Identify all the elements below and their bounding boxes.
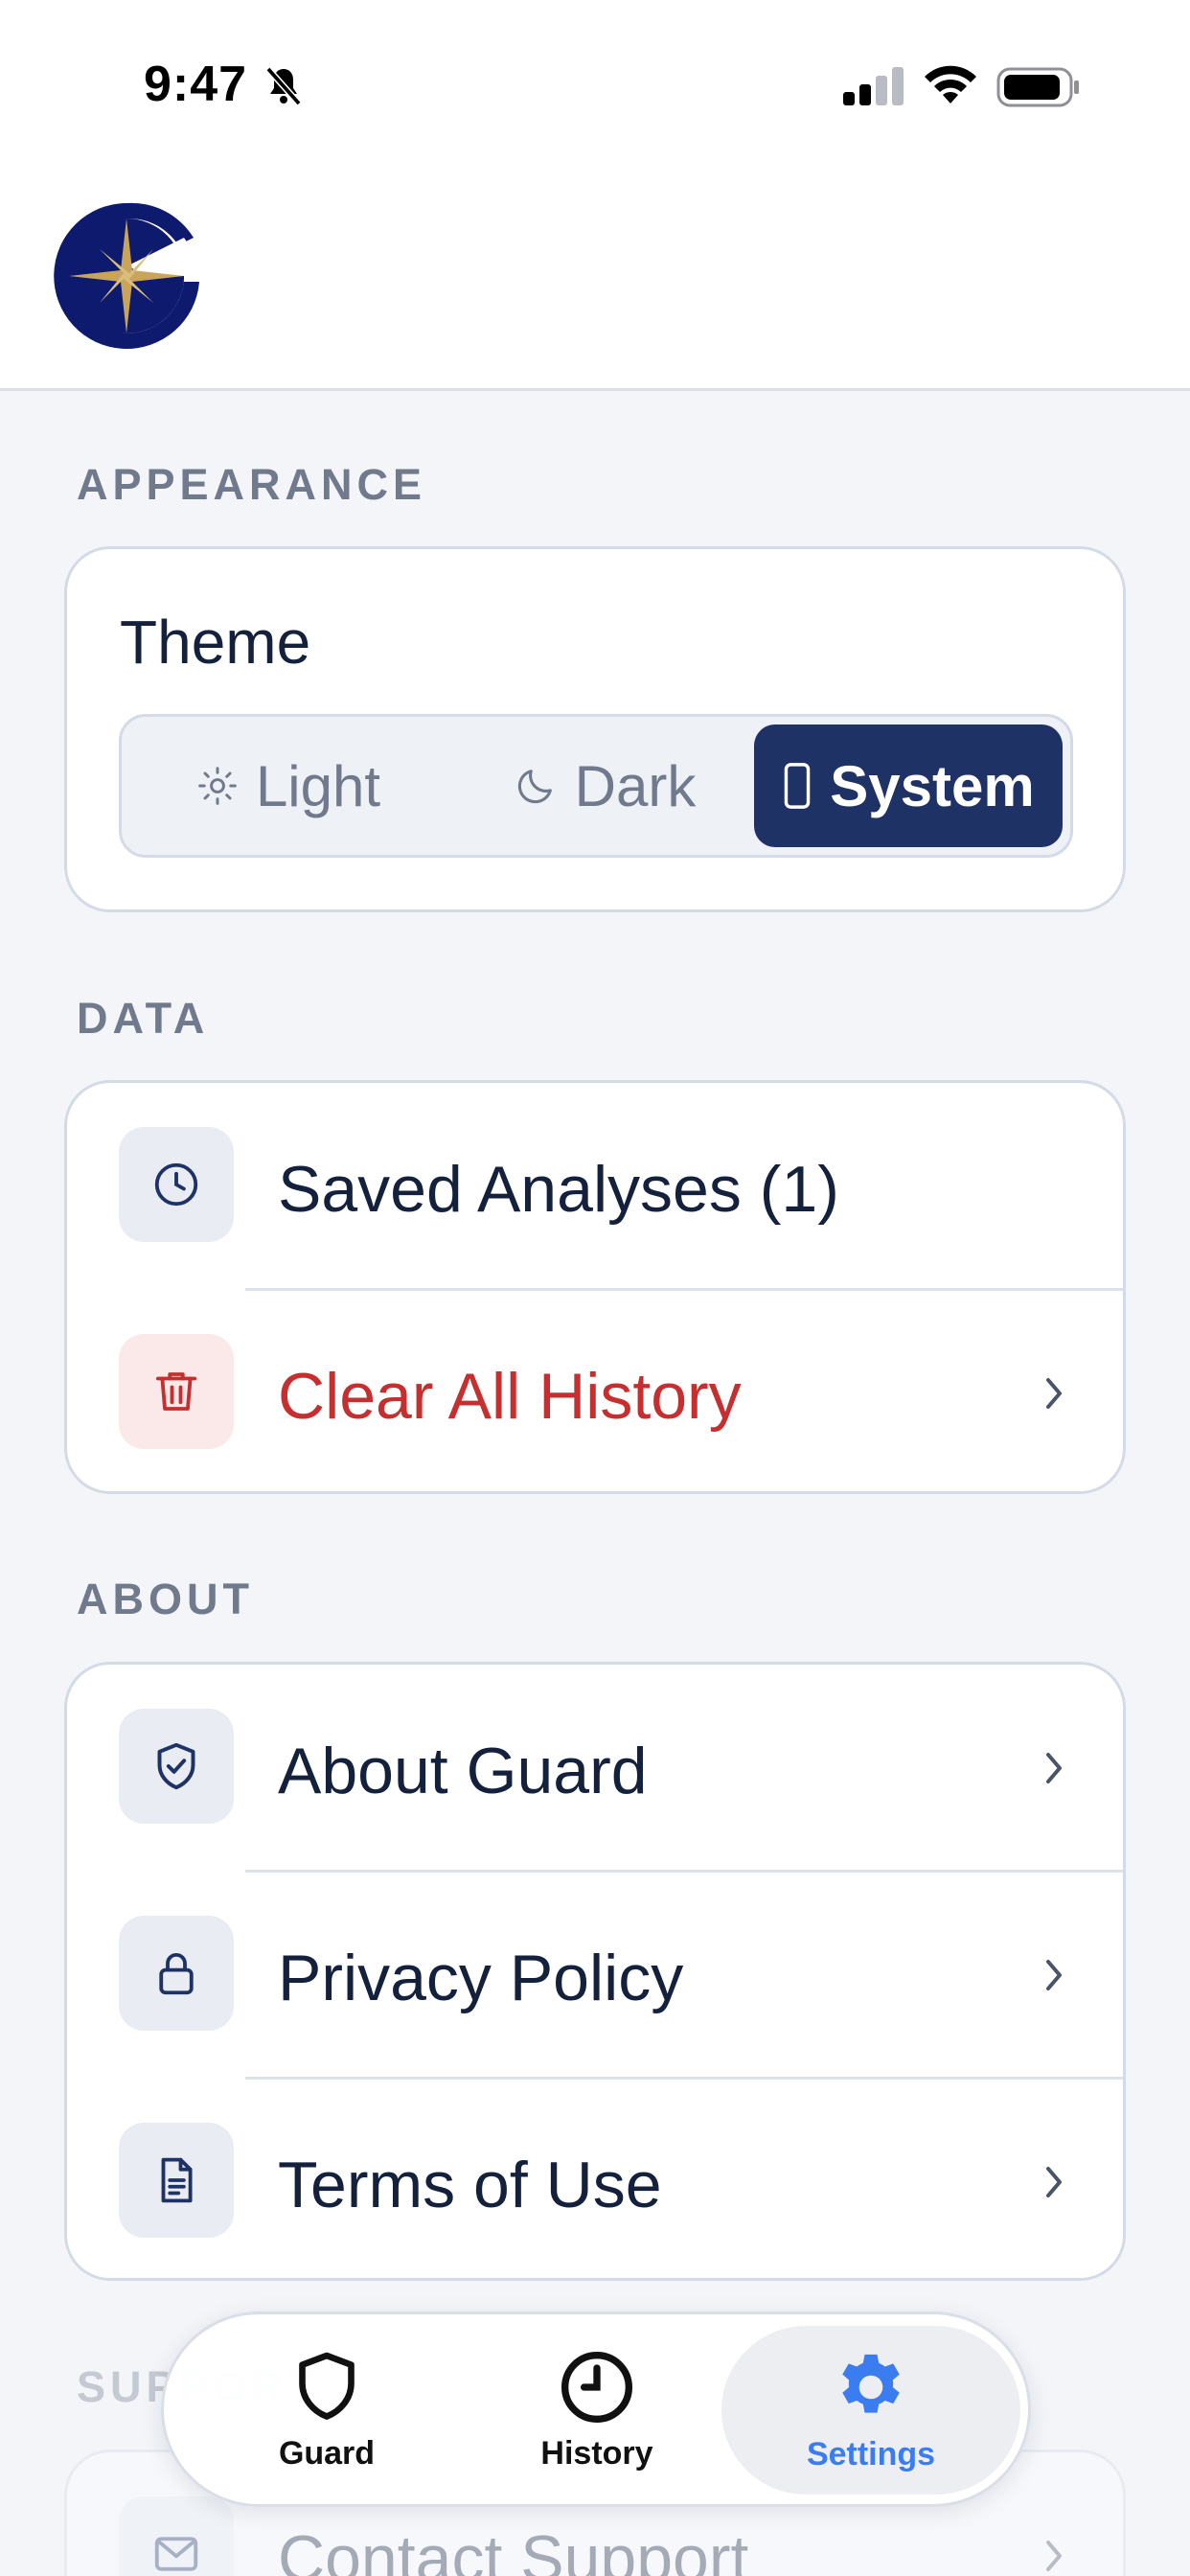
privacy-policy-label: Privacy Policy (278, 1942, 684, 2014)
clock-icon (561, 2351, 632, 2423)
tab-history[interactable]: History (463, 2326, 731, 2495)
trash-icon (155, 1372, 197, 1411)
tab-bar: Guard History Settings (161, 2312, 1031, 2507)
theme-label: Theme (120, 608, 311, 677)
chevron-right-icon (1046, 2541, 1062, 2571)
document-icon (161, 2157, 193, 2203)
contact-support-label: Contact Support (278, 2522, 749, 2576)
app-logo (54, 202, 199, 349)
clear-history-row[interactable]: Clear All History (67, 1290, 1123, 1491)
tab-guard[interactable]: Guard (193, 2326, 461, 2495)
saved-analyses-icon-tile (119, 1127, 234, 1242)
clear-history-label: Clear All History (278, 1360, 742, 1433)
mail-icon (154, 2537, 198, 2571)
chevron-right-icon (1046, 2167, 1062, 2197)
phone-icon (784, 763, 811, 809)
tab-settings[interactable]: Settings (721, 2326, 1020, 2495)
battery-icon (996, 67, 1079, 107)
header: 9:47 (0, 0, 1190, 391)
theme-option-light-label: Light (255, 753, 381, 818)
gear-icon (842, 2354, 900, 2413)
chevron-right-icon (1046, 1960, 1062, 1990)
terms-icon-tile (119, 2123, 234, 2238)
privacy-policy-row[interactable]: Privacy Policy (67, 1872, 1123, 2077)
privacy-policy-icon-tile (119, 1916, 234, 2031)
tab-history-label: History (540, 2434, 653, 2472)
theme-option-dark[interactable]: Dark (451, 724, 758, 847)
saved-analyses-row[interactable]: Saved Analyses (1) (67, 1083, 1123, 1288)
clear-history-icon-tile (119, 1334, 234, 1449)
wifi-icon (925, 65, 976, 104)
data-card: Saved Analyses (1) Clear All History (64, 1080, 1126, 1494)
about-guard-row[interactable]: About Guard (67, 1665, 1123, 1870)
settings-screen: 9:47 APPEARANCE Theme Light Dark System … (0, 0, 1190, 2576)
theme-option-system-label: System (830, 753, 1035, 818)
about-guard-icon-tile (119, 1709, 234, 1824)
about-card: About Guard Privacy Policy Terms of Use (64, 1662, 1126, 2281)
terms-of-use-row[interactable]: Terms of Use (67, 2079, 1123, 2278)
saved-analyses-label: Saved Analyses (1) (278, 1153, 839, 1226)
lock-icon (159, 1952, 194, 1995)
chevron-right-icon (1046, 1753, 1062, 1783)
section-title-data: DATA (77, 994, 210, 1043)
theme-option-dark-label: Dark (574, 753, 697, 818)
section-title-appearance: APPEARANCE (77, 460, 427, 509)
theme-option-light[interactable]: Light (135, 724, 442, 847)
clock-icon (154, 1162, 198, 1207)
about-guard-label: About Guard (278, 1735, 648, 1807)
section-title-about: ABOUT (77, 1575, 254, 1623)
terms-of-use-label: Terms of Use (278, 2149, 662, 2221)
shield-icon (299, 2352, 355, 2420)
theme-segmented-control: Light Dark System (119, 714, 1073, 858)
tab-guard-label: Guard (278, 2434, 376, 2472)
sun-icon (198, 767, 237, 805)
shield-check-icon (157, 1742, 195, 1790)
chevron-right-icon (1046, 1378, 1062, 1409)
tab-settings-label: Settings (806, 2435, 936, 2472)
contact-support-icon-tile (119, 2496, 234, 2576)
cellular-signal-icon (843, 67, 904, 105)
status-time: 9:47 (144, 57, 248, 112)
moon-icon (517, 770, 552, 804)
theme-option-system[interactable]: System (754, 724, 1063, 847)
appearance-card: Theme Light Dark System (64, 546, 1126, 912)
bell-muted-icon (265, 66, 302, 106)
